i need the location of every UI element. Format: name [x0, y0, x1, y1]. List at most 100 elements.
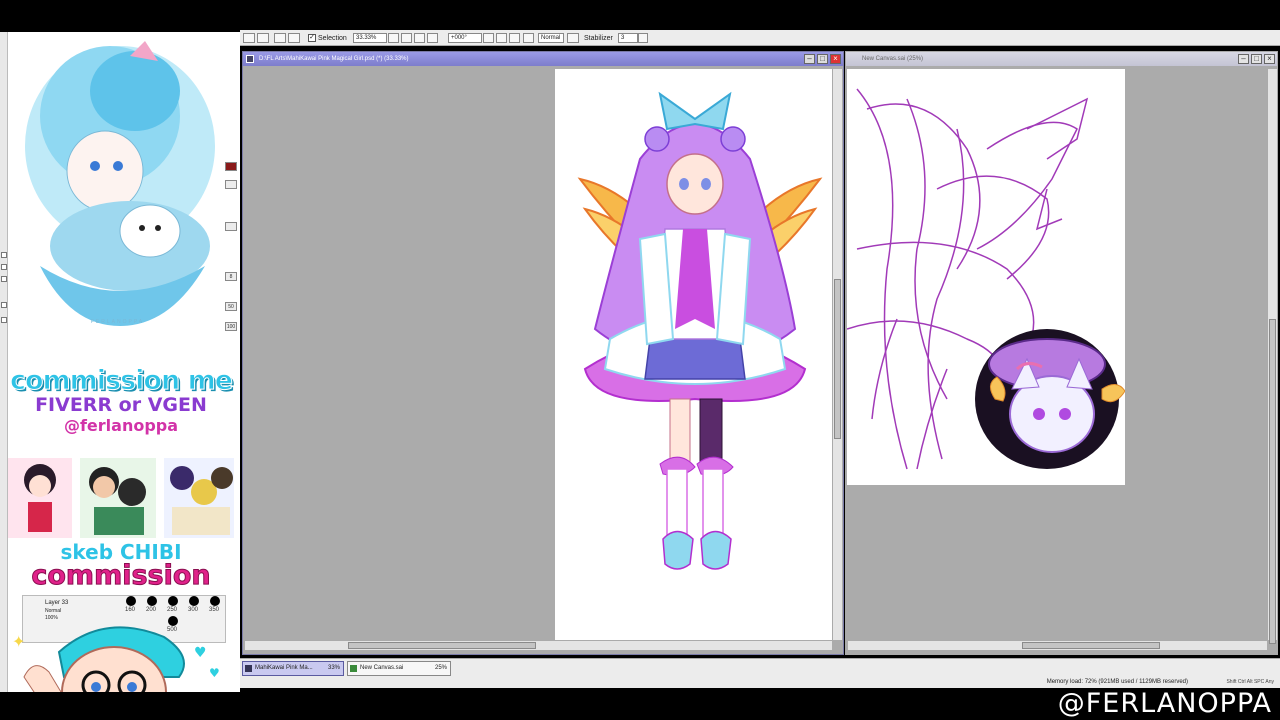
minimize-button-secondary[interactable]: –	[1238, 54, 1249, 64]
tab-mahikawai[interactable]: MahiKawai Pink Ma... 33%	[242, 661, 344, 676]
screen: ✓ Selection 33.33% +000° Normal Stabiliz…	[0, 0, 1280, 720]
stream-overlay-panel: FERLANOPPA 8 50 100 commission me FIVERR…	[0, 32, 240, 692]
brush-size-dot[interactable]	[168, 596, 178, 606]
skeb-subtitle: commission	[31, 560, 211, 591]
blend-dropdown-button[interactable]	[567, 33, 579, 43]
deselect-button[interactable]	[274, 33, 286, 43]
skeb-title: skeb CHIBI	[60, 540, 182, 564]
vertical-scrollbar[interactable]	[832, 69, 842, 640]
window-title-bar[interactable]: D:\FL Arts\MahiKawai Pink Magical Girl.p…	[243, 52, 843, 66]
tab-label: New Canvas.sai	[360, 665, 404, 671]
status-bar: Memory load: 72% (921MB used / 1129MB re…	[240, 678, 1280, 688]
flip-button[interactable]	[523, 33, 534, 43]
preview-artwork: FERLANOPPA	[10, 36, 225, 354]
maximize-button[interactable]: □	[817, 54, 828, 64]
tool-button[interactable]	[225, 222, 237, 231]
tab-new-canvas[interactable]: New Canvas.sai 25%	[347, 661, 451, 676]
vertical-scroll-thumb-secondary[interactable]	[1269, 319, 1276, 644]
brush-size-label: 160	[125, 607, 136, 613]
ice-girl-illustration	[25, 41, 215, 326]
brush-size-label: 250	[167, 607, 178, 613]
rotate-left-button[interactable]	[483, 33, 494, 43]
minimize-button[interactable]: –	[804, 54, 815, 64]
checkbox[interactable]	[1, 317, 7, 323]
blend-mode-select[interactable]: Normal	[538, 33, 564, 43]
tool-value[interactable]: 8	[225, 272, 237, 281]
maximize-button-secondary[interactable]: □	[1251, 54, 1262, 64]
layer-name: Layer 33	[45, 600, 69, 606]
color-swatch[interactable]	[225, 162, 237, 171]
horizontal-scroll-thumb-secondary[interactable]	[1022, 642, 1160, 649]
window-title-secondary: New Canvas.sai (25%)	[862, 56, 924, 62]
mascot-illustration: ✦ ♥ ♥	[12, 626, 220, 692]
tool-button[interactable]	[225, 180, 237, 189]
selection-checkbox[interactable]: ✓	[308, 34, 316, 42]
skeb-banner: skeb CHIBI commission	[4, 542, 238, 590]
rotate-reset-button[interactable]	[509, 33, 520, 43]
close-button-secondary[interactable]: ×	[1264, 54, 1275, 64]
tab-zoom: 33%	[327, 665, 340, 671]
modifier-indicators: Shift Ctrl Alt SPC Any	[1226, 679, 1274, 685]
horizontal-scroll-thumb[interactable]	[348, 642, 536, 649]
brush-size-label: 300	[188, 607, 199, 613]
preview-signature: FERLANOPPA	[90, 319, 145, 325]
commission-handle: @ferlanoppa	[63, 416, 179, 435]
commission-title: commission me	[9, 365, 233, 396]
mascot-character: ✦ ♥ ♥	[4, 617, 234, 692]
stabilizer-label: Stabilizer	[584, 35, 613, 42]
svg-text:♥: ♥	[209, 666, 220, 680]
brush-size-label: 350	[209, 607, 220, 613]
zoom-field[interactable]: 33.33%	[353, 33, 387, 43]
sketch-canvas[interactable]	[846, 69, 1126, 485]
vertical-scroll-thumb[interactable]	[834, 279, 841, 439]
drawing-canvas[interactable]	[555, 69, 832, 640]
checkbox[interactable]	[1, 302, 7, 308]
document-icon	[245, 665, 252, 672]
document-icon	[246, 55, 254, 63]
selection-label: Selection	[318, 35, 347, 42]
brush-size-dot[interactable]	[147, 596, 157, 606]
magical-girl-artwork	[577, 91, 823, 570]
close-button[interactable]: ×	[830, 54, 841, 64]
brush-size-dot[interactable]	[126, 596, 136, 606]
sketch-artwork	[846, 88, 1126, 470]
zoom-out-button[interactable]	[414, 33, 425, 43]
brush-size-dot[interactable]	[189, 596, 199, 606]
window-title-bar-secondary[interactable]: New Canvas.sai (25%) – □ ×	[846, 52, 1277, 66]
horizontal-scrollbar-secondary[interactable]	[848, 640, 1267, 650]
commission-banner: commission me FIVERR or VGEN @ferlanoppa	[4, 365, 238, 436]
document-icon	[350, 665, 357, 672]
chibi-characters	[8, 458, 234, 538]
brush-size-label: 200	[146, 607, 157, 613]
side-controls: 8 50 100	[225, 162, 238, 362]
zoom-dropdown-button[interactable]	[388, 33, 399, 43]
stabilizer-dropdown-button[interactable]	[638, 33, 648, 43]
undo-button[interactable]	[243, 33, 255, 43]
invert-selection-button[interactable]	[288, 33, 300, 43]
checkbox[interactable]	[1, 264, 7, 270]
rotation-field[interactable]: +000°	[448, 33, 482, 43]
tool-value[interactable]: 50	[225, 302, 237, 311]
chibi-examples	[4, 452, 238, 544]
tab-zoom: 25%	[434, 665, 447, 671]
svg-text:♥: ♥	[194, 645, 207, 661]
stabilizer-field[interactable]: 3	[618, 33, 638, 43]
canvas-window-main: D:\FL Arts\MahiKawai Pink Magical Girl.p…	[242, 51, 844, 655]
zoom-in-button[interactable]	[401, 33, 412, 43]
vertical-scrollbar-secondary[interactable]	[1267, 69, 1277, 644]
zoom-reset-button[interactable]	[427, 33, 438, 43]
commission-platforms: FIVERR or VGEN	[35, 394, 207, 416]
checkbox[interactable]	[1, 276, 7, 282]
tab-label: MahiKawai Pink Ma...	[255, 665, 313, 671]
tool-panel-strip	[0, 32, 8, 692]
brush-size-dot[interactable]	[210, 596, 220, 606]
rotate-right-button[interactable]	[496, 33, 507, 43]
redo-button[interactable]	[257, 33, 269, 43]
svg-text:✦: ✦	[12, 632, 25, 651]
tool-value[interactable]: 100	[225, 322, 237, 331]
layer-mode: Normal	[45, 608, 62, 614]
window-title: D:\FL Arts\MahiKawai Pink Magical Girl.p…	[259, 56, 409, 62]
memory-load: Memory load: 72% (921MB used / 1129MB re…	[1046, 679, 1188, 685]
horizontal-scrollbar[interactable]	[245, 640, 832, 650]
checkbox[interactable]	[1, 252, 7, 258]
